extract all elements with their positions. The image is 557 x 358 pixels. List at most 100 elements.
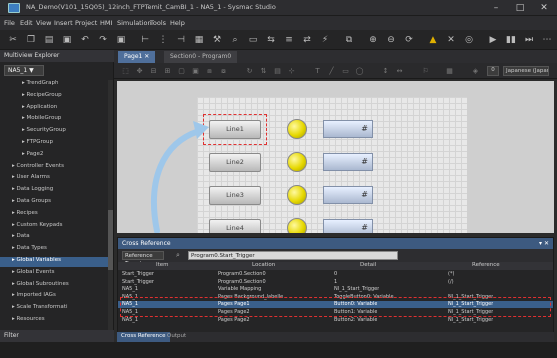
menu-insert[interactable]: Insert: [54, 19, 73, 27]
tree-item[interactable]: ▸ Page2: [0, 151, 108, 161]
zoom-in-icon[interactable]: ⊕: [366, 33, 380, 47]
menu-tools[interactable]: Tools: [150, 19, 166, 27]
tree-item[interactable]: ▸ Global Variables: [0, 257, 108, 267]
ellipse-tool-icon[interactable]: ◯: [354, 66, 365, 76]
more-icon[interactable]: ⋯: [540, 33, 554, 47]
ungroup-tool-icon[interactable]: ▣: [190, 66, 201, 76]
tree-item[interactable]: ▸ Imported IAGs: [0, 292, 108, 302]
tree-item[interactable]: ▸ Global Subroutines: [0, 281, 108, 291]
close-button[interactable]: ✕: [532, 1, 556, 15]
network-icon[interactable]: ⇆: [264, 33, 278, 47]
width-tool-icon[interactable]: ↔: [394, 66, 405, 76]
minimize-button[interactable]: –: [484, 1, 508, 15]
pause-icon[interactable]: ▮▮: [504, 33, 518, 47]
undo-icon[interactable]: ↶: [78, 33, 92, 47]
col-detail[interactable]: Detail: [360, 262, 376, 268]
filter-bar[interactable]: Filter: [0, 330, 114, 342]
col-location[interactable]: Location: [252, 262, 275, 268]
tree-item[interactable]: ▸ Data Groups: [0, 198, 108, 208]
stop-icon[interactable]: ✕: [444, 33, 458, 47]
compare-icon[interactable]: ⧉: [342, 33, 356, 47]
tab-cross-reference[interactable]: Cross Reference: [117, 332, 170, 342]
lock-tool-icon[interactable]: ▤: [272, 66, 283, 76]
tab-page1[interactable]: Page1 ✕: [118, 51, 156, 63]
col-item[interactable]: Item: [156, 262, 169, 268]
align-center-icon[interactable]: ⋮: [156, 33, 170, 47]
scroll-thumb[interactable]: [108, 210, 113, 270]
language-select[interactable]: Japanese (Japan): [503, 66, 549, 76]
tree-item[interactable]: ▸ Scale Transformati: [0, 304, 108, 314]
align-tool-icon[interactable]: ⊟: [148, 66, 159, 76]
back-tool-icon[interactable]: ⧇: [218, 66, 229, 76]
align-left-icon[interactable]: ⊢: [138, 33, 152, 47]
tree-item[interactable]: ▸ Data Types: [0, 245, 108, 255]
tree-item[interactable]: ▸ Data: [0, 233, 108, 243]
tree-item[interactable]: ▸ Controller Events: [0, 163, 108, 173]
align-right-icon[interactable]: ⊣: [174, 33, 188, 47]
search-icon[interactable]: ⌕: [228, 33, 242, 47]
tree-item[interactable]: ▸ TrendGraph: [0, 80, 108, 90]
online-icon[interactable]: ⚡: [318, 33, 332, 47]
maximize-button[interactable]: □: [508, 1, 532, 15]
save-icon[interactable]: ▣: [114, 33, 128, 47]
build-icon[interactable]: ⚒: [210, 33, 224, 47]
xref-row[interactable]: Start_Trigger Program0.Section0 1 (/): [118, 279, 553, 286]
preview-icon[interactable]: ▦: [444, 66, 455, 76]
target-search-icon[interactable]: ⌕: [176, 251, 186, 260]
grid-icon[interactable]: ▦: [192, 33, 206, 47]
device-select[interactable]: NA5_1 ▼: [4, 65, 44, 76]
tree-item[interactable]: ▸ MobileGroup: [0, 115, 108, 125]
tree-item[interactable]: ▸ Recipes: [0, 210, 108, 220]
menu-simulation[interactable]: Simulation: [117, 19, 152, 27]
zoom-out-icon[interactable]: ⊖: [384, 33, 398, 47]
line-tool-icon[interactable]: ╱: [326, 66, 337, 76]
snap-tool-icon[interactable]: ⊹: [286, 66, 297, 76]
menu-hmi[interactable]: HMI: [100, 19, 112, 27]
height-tool-icon[interactable]: ↕: [380, 66, 391, 76]
text-tool-icon[interactable]: T: [312, 66, 323, 76]
tree-item[interactable]: ▸ Data Logging: [0, 186, 108, 196]
rotate-tool-icon[interactable]: ↻: [244, 66, 255, 76]
redo-icon[interactable]: ↷: [96, 33, 110, 47]
xref-row[interactable]: NA5_1 Variable Mapping Nl_1_Start_Trigger: [118, 286, 553, 293]
reference-target-button[interactable]: Reference Target: [122, 251, 164, 267]
flip-tool-icon[interactable]: ⇅: [258, 66, 269, 76]
distribute-tool-icon[interactable]: ⊞: [162, 66, 173, 76]
paste-icon[interactable]: ▤: [42, 33, 56, 47]
language-icon[interactable]: ⚐: [420, 66, 431, 76]
select-tool-icon[interactable]: ⬚: [120, 66, 131, 76]
col-reference[interactable]: Reference: [472, 262, 500, 268]
tree-item[interactable]: ▸ RecipeGroup: [0, 92, 108, 102]
reference-target-input[interactable]: Program0.Start_Trigger: [188, 251, 398, 260]
transfer-icon[interactable]: ⇄: [300, 33, 314, 47]
language-flag-icon[interactable]: ◈: [470, 66, 481, 76]
pin-close-icon[interactable]: ▾ ✕: [539, 240, 549, 247]
group-tool-icon[interactable]: ▢: [176, 66, 187, 76]
tree-item[interactable]: ▸ Resources: [0, 316, 108, 326]
monitor-icon[interactable]: ▭: [246, 33, 260, 47]
explorer-scrollbar[interactable]: [108, 80, 113, 330]
menu-project[interactable]: Project: [75, 19, 97, 27]
tree-item[interactable]: ▸ SecurityGroup: [0, 127, 108, 137]
zoom-value[interactable]: 0: [487, 66, 499, 76]
tree-item[interactable]: ▸ User Alarms: [0, 174, 108, 184]
front-tool-icon[interactable]: ⧈: [204, 66, 215, 76]
copy-icon[interactable]: ❐: [24, 33, 38, 47]
menu-edit[interactable]: Edit: [20, 19, 33, 27]
tab-section0[interactable]: Section0 - Program0: [164, 51, 238, 63]
tree-item[interactable]: ▸ Custom Keypads: [0, 222, 108, 232]
menu-help[interactable]: Help: [170, 19, 185, 27]
rect-tool-icon[interactable]: ▭: [340, 66, 351, 76]
menu-view[interactable]: View: [36, 19, 51, 27]
list-icon[interactable]: ≡: [282, 33, 296, 47]
run-icon[interactable]: ▶: [486, 33, 500, 47]
move-tool-icon[interactable]: ✥: [134, 66, 145, 76]
menu-file[interactable]: File: [4, 19, 15, 27]
sync-icon[interactable]: ⟳: [402, 33, 416, 47]
step-icon[interactable]: ⏭: [522, 33, 536, 47]
tree-item[interactable]: ▸ Global Events: [0, 269, 108, 279]
tree-item[interactable]: ▸ Application: [0, 104, 108, 114]
xref-row[interactable]: NA5_1 Pages Page2 Button2: Variable Nl_1_St…: [118, 317, 553, 324]
cut-icon[interactable]: ✂: [6, 33, 20, 47]
delete-icon[interactable]: ▣: [60, 33, 74, 47]
